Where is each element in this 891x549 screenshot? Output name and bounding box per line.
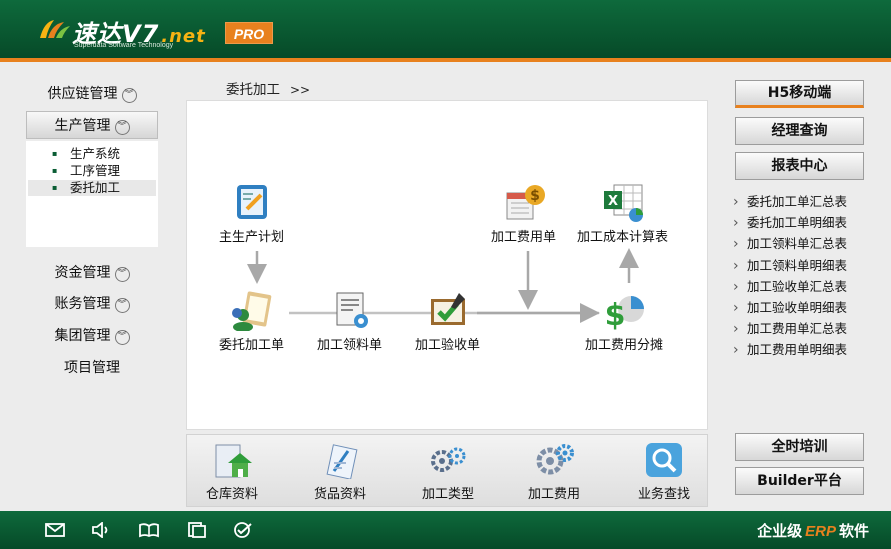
breadcrumb: 委托加工 >>: [226, 78, 310, 98]
gears-icon: [534, 441, 574, 479]
speaker-icon[interactable]: [91, 522, 111, 538]
toolbar-process-type-button[interactable]: 加工类型: [403, 441, 493, 502]
cost-spreadsheet-icon: X: [600, 181, 646, 223]
nav-group-group-management[interactable]: 集团管理 ︾: [26, 322, 158, 350]
flow-node-cost-allocation[interactable]: $ 加工费用分摊: [585, 289, 663, 353]
nav-group-accounting[interactable]: 账务管理 ︾: [26, 290, 158, 318]
svg-text:$: $: [605, 298, 626, 331]
submenu-item-outsource-processing[interactable]: 委托加工: [28, 180, 156, 196]
nav-group-funds[interactable]: 资金管理 ︾: [26, 259, 158, 287]
warehouse-icon: [212, 441, 252, 479]
svg-text:X: X: [607, 194, 617, 209]
nav-group-project[interactable]: 项目管理: [26, 354, 158, 382]
toolbar-goods-button[interactable]: 货品资料: [295, 441, 385, 502]
manager-query-button[interactable]: 经理查询: [735, 117, 864, 145]
breadcrumb-current: 委托加工: [226, 82, 280, 98]
app-footer: 企业级 ERP 软件: [0, 511, 891, 549]
breadcrumb-arrow: >>: [290, 83, 311, 97]
h5-mobile-button[interactable]: H5移动端: [735, 80, 864, 108]
flow-node-acceptance[interactable]: 加工验收单: [415, 289, 480, 353]
toolbar-warehouse-button[interactable]: 仓库资料: [187, 441, 277, 502]
report-link[interactable]: 加工领料单明细表: [733, 255, 883, 276]
builder-platform-button[interactable]: Builder平台: [735, 467, 864, 495]
production-submenu: 生产系统 工序管理 委托加工: [26, 141, 158, 247]
chevron-down-icon: ︾: [121, 88, 137, 103]
report-link[interactable]: 加工费用单汇总表: [733, 318, 883, 339]
process-type-icon: [428, 441, 468, 479]
report-link[interactable]: 委托加工单汇总表: [733, 191, 883, 212]
flow-node-outsource-order[interactable]: 委托加工单: [219, 289, 284, 353]
logo-subtitle: Superdata Software Technology: [74, 42, 174, 49]
training-button[interactable]: 全时培训: [735, 433, 864, 461]
mail-icon[interactable]: [45, 522, 65, 538]
flow-node-material-requisition[interactable]: 加工领料单: [317, 289, 382, 353]
report-list: 委托加工单汇总表 委托加工单明细表 加工领料单汇总表 加工领料单明细表 加工验收…: [733, 191, 883, 361]
report-link[interactable]: 加工验收单明细表: [733, 297, 883, 318]
report-center-button[interactable]: 报表中心: [735, 152, 864, 180]
outsource-order-icon: [229, 289, 275, 332]
submenu-item-production-system[interactable]: 生产系统: [28, 146, 156, 162]
report-link[interactable]: 加工费用单明细表: [733, 339, 883, 360]
goods-icon: [320, 441, 360, 480]
report-link[interactable]: 委托加工单明细表: [733, 212, 883, 233]
report-link[interactable]: 加工验收单汇总表: [733, 276, 883, 297]
app-header: 速达V7 .net Superdata Software Technology P…: [0, 0, 891, 62]
acceptance-icon: [425, 289, 471, 331]
cost-allocation-icon: $: [601, 289, 647, 333]
chevron-down-icon: ︾: [114, 120, 130, 135]
flow-node-cost-spreadsheet[interactable]: X 加工成本计算表: [577, 181, 668, 245]
document-icon[interactable]: [187, 522, 207, 538]
toolbar-gears-button[interactable]: 加工费用: [509, 441, 599, 502]
svg-text:$: $: [530, 188, 540, 204]
submenu-item-process-management[interactable]: 工序管理: [28, 163, 156, 179]
nav-group-supply-chain[interactable]: 供应链管理 ︾: [26, 80, 158, 108]
pro-badge: PRO: [225, 22, 273, 44]
logo-leaf-icon: [40, 20, 70, 38]
toolbar-search-button[interactable]: 业务查找: [619, 441, 709, 502]
footer-brand: 企业级 ERP 软件: [757, 522, 869, 540]
nav-group-production[interactable]: 生产管理 ︾: [26, 111, 158, 139]
flow-connectors: [247, 248, 639, 323]
chevron-down-icon: ︾: [114, 330, 130, 345]
report-link[interactable]: 加工领料单汇总表: [733, 233, 883, 254]
material-requisition-icon: [327, 289, 373, 331]
flow-node-cost-document[interactable]: $ 加工费用单: [491, 181, 556, 245]
check-icon[interactable]: [233, 522, 253, 538]
quick-toolbar: 仓库资料 货品资料 加工类型 加工费用 业务查找: [186, 434, 708, 507]
chevron-down-icon: ︾: [114, 267, 130, 282]
cost-document-icon: $: [501, 181, 547, 223]
production-plan-icon: [229, 181, 275, 223]
book-icon[interactable]: [139, 522, 159, 538]
process-flow-canvas: 主生产计划 委托加工单 加工领料单 加工验收单 $ 加工费用单 X 加工成本计算…: [186, 100, 708, 430]
flow-node-production-plan[interactable]: 主生产计划: [219, 181, 284, 245]
search-icon: [644, 441, 684, 479]
chevron-down-icon: ︾: [114, 298, 130, 313]
